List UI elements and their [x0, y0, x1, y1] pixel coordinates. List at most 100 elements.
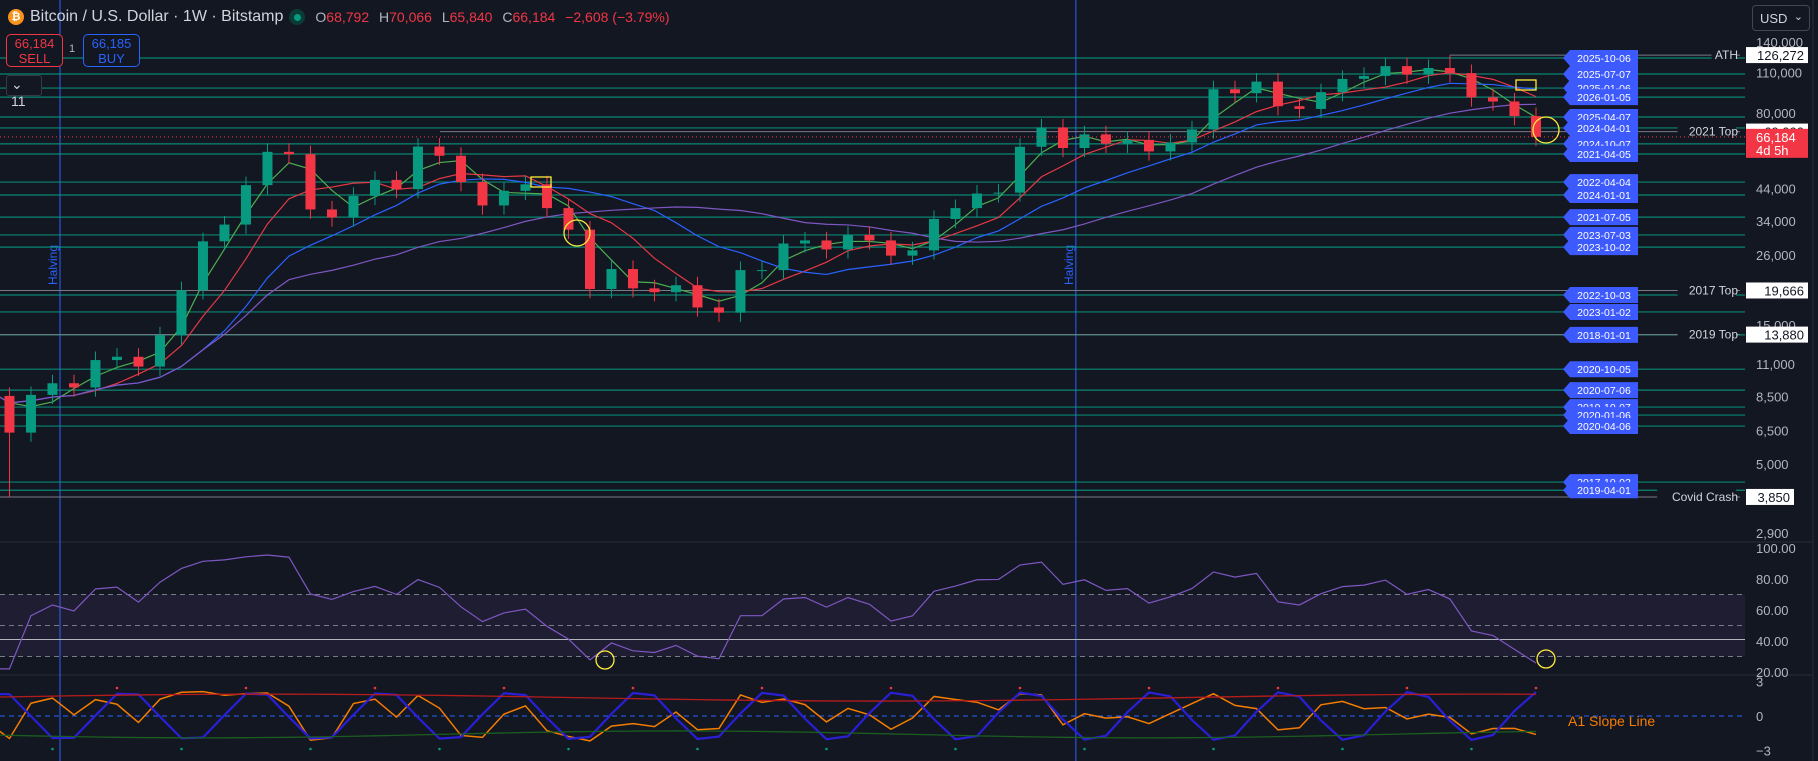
candle-body — [864, 234, 875, 241]
date-tag-label: 2025-10-06 — [1577, 53, 1631, 65]
candle-body — [305, 154, 316, 210]
candle-body — [1509, 101, 1520, 117]
key-level-price: 126,272 — [1757, 48, 1804, 63]
candle-body — [907, 250, 918, 256]
ohlc-values: O68,792 H70,066 L65,840 C66,184 −2,608 (… — [315, 9, 675, 25]
candle-body — [434, 146, 445, 156]
key-level-price: 3,850 — [1757, 490, 1790, 505]
candle-body — [1466, 73, 1477, 98]
candle-body — [47, 383, 58, 395]
candle-body — [735, 270, 746, 313]
candle-body — [219, 224, 230, 242]
candle-body — [756, 270, 767, 272]
indicator-count: 11 — [11, 93, 26, 109]
candle-body — [1186, 129, 1197, 143]
rsi-axis-tick: 80.00 — [1756, 572, 1789, 587]
sell-button[interactable]: 66,184 SELL — [6, 34, 63, 67]
close-label: C — [502, 9, 513, 25]
oscillator-bottom-dot — [825, 747, 828, 751]
change-value: −2,608 (−3.79%) — [565, 9, 670, 25]
oscillator-top-dot — [1147, 686, 1151, 690]
date-tag-label: 2021-04-05 — [1577, 149, 1631, 161]
oscillator-top-dot — [502, 686, 506, 690]
price-chart[interactable]: Halving HalvingATH2021 Top2017 Top2019 To… — [0, 0, 1818, 761]
key-level-price: 19,666 — [1764, 283, 1804, 298]
price-axis-tick: 80,000 — [1756, 106, 1796, 121]
oscillator-bottom-dot — [954, 747, 957, 751]
price-axis-tick: 2,900 — [1756, 526, 1789, 541]
oscillator-top-dot — [1534, 686, 1538, 690]
key-level-label: 2019 Top — [1689, 328, 1738, 342]
oscillator-bottom-dot — [1470, 747, 1473, 751]
candle-body — [133, 356, 144, 367]
candle-body — [821, 240, 832, 250]
date-tag-label: 2021-07-05 — [1577, 212, 1631, 224]
close-value: 66,184 — [512, 9, 556, 25]
candle-body — [326, 209, 337, 218]
key-level-label: ATH — [1715, 48, 1738, 62]
candle-body — [25, 394, 36, 433]
oscillator-bottom-dot — [1341, 747, 1344, 751]
candle-body — [1272, 81, 1283, 107]
buy-label: BUY — [98, 51, 125, 66]
date-tag-label: 2020-07-06 — [1577, 385, 1631, 397]
high-value: 70,066 — [389, 9, 432, 25]
open-value: 68,792 — [326, 9, 370, 25]
price-axis-tick: 5,000 — [1756, 457, 1789, 472]
oscillator-bottom-dot — [51, 747, 54, 751]
oscillator-top-dot — [760, 686, 764, 690]
sell-price: 66,184 — [14, 36, 55, 51]
candle-body — [799, 240, 810, 244]
candle-body — [1251, 81, 1262, 94]
candle-body — [197, 241, 208, 291]
date-tag-label: 2024-04-01 — [1577, 123, 1631, 135]
candle-body — [541, 184, 552, 209]
date-tag-label: 2018-01-01 — [1577, 330, 1631, 342]
price-axis-tick: 26,000 — [1756, 248, 1796, 263]
open-label: O — [315, 9, 327, 25]
oscillator-top-dot — [1276, 686, 1280, 690]
candle-body — [369, 179, 380, 196]
oscillator-top-dot — [115, 686, 119, 690]
candle-body — [1380, 66, 1391, 76]
candle-body — [176, 290, 187, 336]
candle-body — [4, 395, 15, 433]
key-level-label: Covid Crash — [1672, 490, 1738, 504]
symbol-title[interactable]: Bitcoin / U.S. Dollar · 1W · Bitstamp — [30, 8, 283, 26]
candle-body — [584, 229, 595, 289]
candle-body — [670, 285, 681, 293]
candle-body — [713, 307, 724, 313]
indicators-collapse-button[interactable]: ⌄ 11 — [6, 75, 42, 109]
high-label: H — [379, 9, 390, 25]
oscillator-top-dot — [889, 686, 893, 690]
oscillator-axis-tick: −3 — [1756, 744, 1771, 759]
candle-body — [1057, 127, 1068, 149]
date-tag-label: 2020-04-06 — [1577, 421, 1631, 433]
candle-body — [498, 190, 509, 206]
symbol-header: ₿ Bitcoin / U.S. Dollar · 1W · Bitstamp … — [8, 8, 676, 26]
candle-body — [520, 184, 531, 191]
halving-label: Halving — [1062, 245, 1076, 285]
oscillator-top-dot — [373, 686, 377, 690]
buy-price: 66,185 — [91, 36, 132, 51]
candle-body — [1337, 78, 1348, 93]
oscillator-label: A1 Slope Line — [1568, 713, 1655, 729]
candle-body — [391, 179, 402, 190]
low-value: 65,840 — [449, 9, 493, 25]
currency-select[interactable]: USD ⌄ — [1752, 5, 1810, 31]
date-tag-label: 2019-04-01 — [1577, 485, 1631, 497]
countdown-label: 4d 5h — [1756, 143, 1789, 158]
date-tag-label: 2023-01-02 — [1577, 307, 1631, 319]
buy-button[interactable]: 66,185 BUY — [83, 34, 140, 67]
low-label: L — [441, 9, 450, 25]
chevron-down-icon: ⌄ — [1793, 11, 1803, 23]
candle-body — [928, 218, 939, 251]
candle-body — [842, 234, 853, 250]
date-tag-label: 2022-10-03 — [1577, 290, 1631, 302]
candle-body — [154, 335, 165, 367]
candle-body — [348, 195, 359, 218]
candle-body — [1401, 66, 1412, 75]
candle-body — [90, 360, 101, 388]
date-tag-label: 2026-01-05 — [1577, 92, 1631, 104]
key-level-label: 2017 Top — [1689, 283, 1738, 297]
